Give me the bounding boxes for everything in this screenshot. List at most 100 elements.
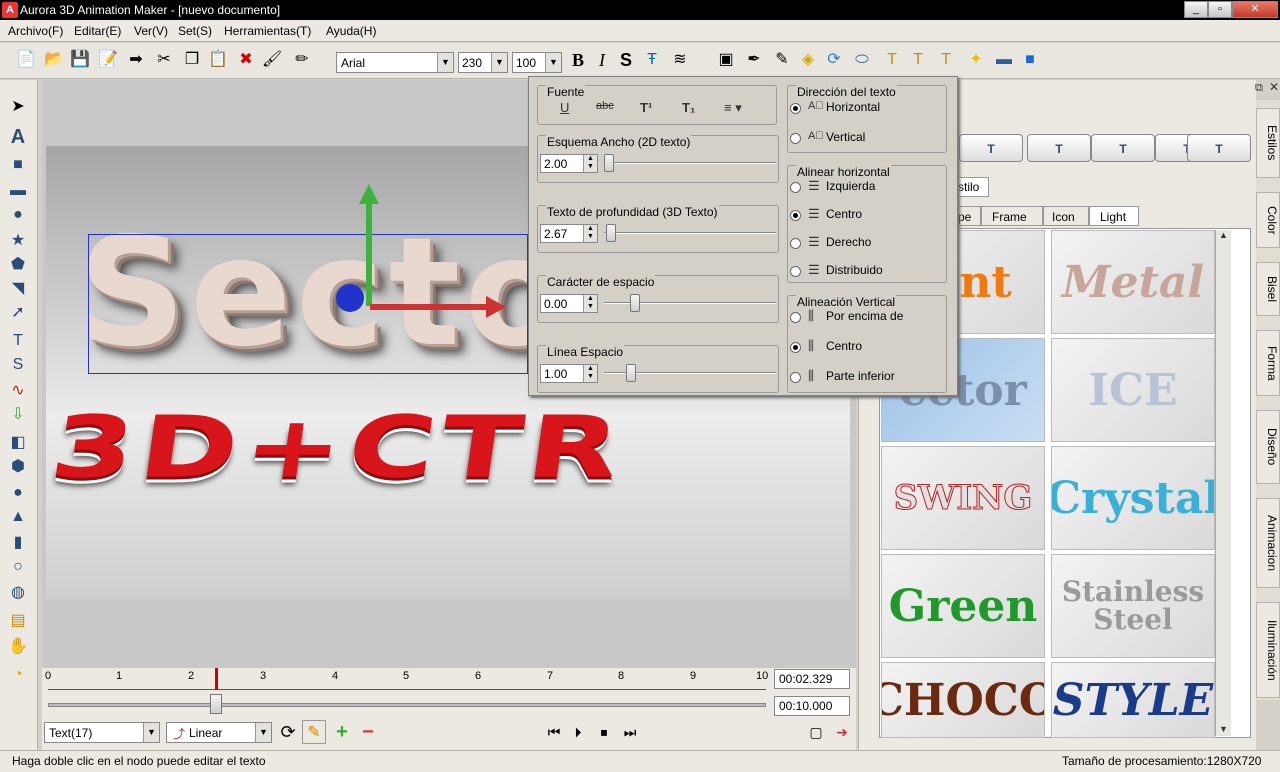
globe-icon[interactable]: ◍ [7, 582, 29, 604]
y-axis-gizmo[interactable] [366, 196, 372, 306]
tab-color[interactable]: Color [1256, 192, 1280, 248]
restore-button[interactable]: ▫ [1208, 1, 1232, 18]
object-select[interactable]: Text(17) ▼ [44, 722, 160, 743]
style-preset-1[interactable]: T [959, 134, 1023, 162]
style-preset-5[interactable]: T [1187, 134, 1251, 162]
style-tile-stainless[interactable]: Stainless Steel [1051, 554, 1215, 658]
subtab-frame[interactable]: Frame [981, 206, 1043, 226]
first-frame-icon[interactable]: ⏮ [542, 720, 566, 744]
width-spinner[interactable]: 2.00 ▲ ▼ [540, 154, 598, 173]
style-tile-style[interactable]: STYLE [1051, 662, 1215, 738]
new-file-icon[interactable]: 📄 [14, 48, 38, 72]
width-slider[interactable] [604, 162, 776, 164]
time-scrollbar[interactable] [48, 703, 766, 707]
direction-vertical-radio[interactable] [790, 133, 801, 144]
text-extrude-icon[interactable]: T [934, 48, 958, 72]
panel-restore-icon[interactable]: ⧉ [1255, 82, 1263, 95]
tab-bisel[interactable]: Bisel [1256, 262, 1280, 316]
rotate-icon[interactable]: ⟳ [822, 48, 846, 72]
valign-bottom-radio[interactable] [790, 372, 801, 383]
style-preset-3[interactable]: T [1091, 134, 1155, 162]
hand-icon[interactable]: ✋ [7, 636, 29, 658]
text-3d-icon[interactable]: T [880, 48, 904, 72]
panel-close-icon[interactable]: ✕ [1269, 80, 1279, 94]
depth-slider-thumb[interactable] [606, 224, 616, 242]
text-box-icon[interactable]: T [7, 330, 29, 352]
pencil-icon[interactable]: ✏ [290, 48, 314, 72]
strikethrough-icon[interactable]: abc [596, 100, 614, 112]
pacman-icon[interactable]: ◔ [7, 664, 29, 686]
interpolation-select[interactable]: ⤴ Linear ▼ [166, 722, 272, 743]
width-slider-thumb[interactable] [604, 154, 614, 172]
remove-keyframe-icon[interactable]: − [356, 720, 380, 744]
render-output-icon[interactable]: ➜ [830, 720, 854, 744]
underline-icon[interactable]: U [560, 100, 569, 115]
scroll-down-icon[interactable]: ▼ [1219, 724, 1228, 734]
pen-tool-icon[interactable]: ✒ [742, 48, 766, 72]
menu-herramientas[interactable]: Herramientas(T) [224, 24, 311, 38]
copy-icon[interactable]: ❐ [180, 48, 204, 72]
style-tile-swing[interactable]: SWING [881, 446, 1045, 550]
depth-slider[interactable] [604, 232, 776, 234]
curve-icon[interactable]: ∿ [7, 380, 29, 402]
tab-animacion[interactable]: Animacion [1256, 498, 1280, 588]
text-style-icon[interactable]: T [906, 48, 930, 72]
tab-forma[interactable]: Forma [1256, 330, 1280, 396]
spinner-arrows-icon[interactable]: ▲ ▼ [583, 225, 597, 242]
style-preset-2[interactable]: T [1027, 134, 1091, 162]
style-tile-crystal[interactable]: Crystal [1051, 446, 1215, 550]
spinner-arrows-icon[interactable]: ▲ ▼ [583, 295, 597, 312]
text-format-icon[interactable]: Ŧ [640, 48, 664, 72]
cylinder-shape-icon[interactable]: ▮ [7, 532, 29, 554]
subscript-icon[interactable]: T₁ [682, 100, 695, 115]
tab-iluminacion[interactable]: Iluminación [1256, 602, 1280, 698]
halign-distributed-radio[interactable] [790, 266, 801, 277]
box-icon[interactable]: ◈ [796, 48, 820, 72]
background-icon[interactable]: ■ [1018, 48, 1042, 72]
halign-right-radio[interactable] [790, 238, 801, 249]
menu-set[interactable]: Set(S) [178, 24, 212, 38]
menu-ver[interactable]: Ver(V) [134, 24, 168, 38]
add-keyframe-icon[interactable]: + [330, 720, 354, 744]
cut-icon[interactable]: ✂ [152, 48, 176, 72]
circle-icon[interactable]: ● [7, 204, 29, 226]
save-icon[interactable]: 💾 [68, 48, 92, 72]
style-tile-metal[interactable]: Metal [1051, 230, 1215, 334]
cone-icon[interactable]: ▲ [7, 506, 29, 528]
tab-estilos[interactable]: Estilos [1256, 108, 1280, 178]
depth-spinner[interactable]: 2.67 ▲ ▼ [540, 224, 598, 243]
pointer-icon[interactable]: ➤ [7, 96, 29, 118]
halign-center-radio[interactable] [790, 210, 801, 221]
pentagon-icon[interactable]: ⬟ [7, 254, 29, 276]
scene-text-red[interactable]: 3D+CTR [46, 397, 632, 496]
z-axis-gizmo[interactable] [336, 284, 364, 312]
italic-button[interactable]: I [590, 48, 614, 72]
export-icon[interactable]: ➡ [124, 48, 148, 72]
star-icon[interactable]: ★ [7, 230, 29, 252]
style-tile-choco[interactable]: CHOCO [881, 662, 1045, 738]
scroll-up-icon[interactable]: ▲ [1219, 230, 1228, 240]
menu-ayuda[interactable]: Ayuda(H) [326, 24, 376, 38]
preview-window-icon[interactable]: ▢ [804, 720, 828, 744]
font-size-select[interactable]: 230 ▼ [458, 52, 508, 73]
loop-icon[interactable]: ⟳ [276, 720, 300, 744]
bold-button[interactable]: B [566, 48, 590, 72]
style-tile-ice[interactable]: ICE [1051, 338, 1215, 442]
arrow-shape-icon[interactable]: ➚ [7, 302, 29, 324]
brush-icon[interactable]: 🖌 [260, 48, 284, 72]
total-time-field[interactable]: 00:10.000 [774, 696, 850, 716]
x-axis-gizmo[interactable] [370, 304, 490, 310]
subtab-light[interactable]: Light [1089, 206, 1139, 226]
cube-shape-icon[interactable]: ◧ [7, 432, 29, 454]
paste-icon[interactable]: 📋 [206, 48, 230, 72]
symbol-icon[interactable]: S [7, 354, 29, 376]
prism-icon[interactable]: ⬢ [7, 456, 29, 478]
char-spacing-spinner[interactable]: 0.00 ▲ ▼ [540, 294, 598, 313]
stop-icon[interactable]: ⏹ [592, 720, 616, 744]
last-frame-icon[interactable]: ⏭ [618, 720, 642, 744]
menu-archivo[interactable]: Archivo(F) [8, 24, 63, 38]
import-icon[interactable]: ⇩ [7, 404, 29, 426]
scale-select[interactable]: 100 ▼ [512, 52, 562, 73]
sphere-icon[interactable]: ● [7, 482, 29, 504]
image-icon[interactable]: ▤ [7, 610, 29, 632]
